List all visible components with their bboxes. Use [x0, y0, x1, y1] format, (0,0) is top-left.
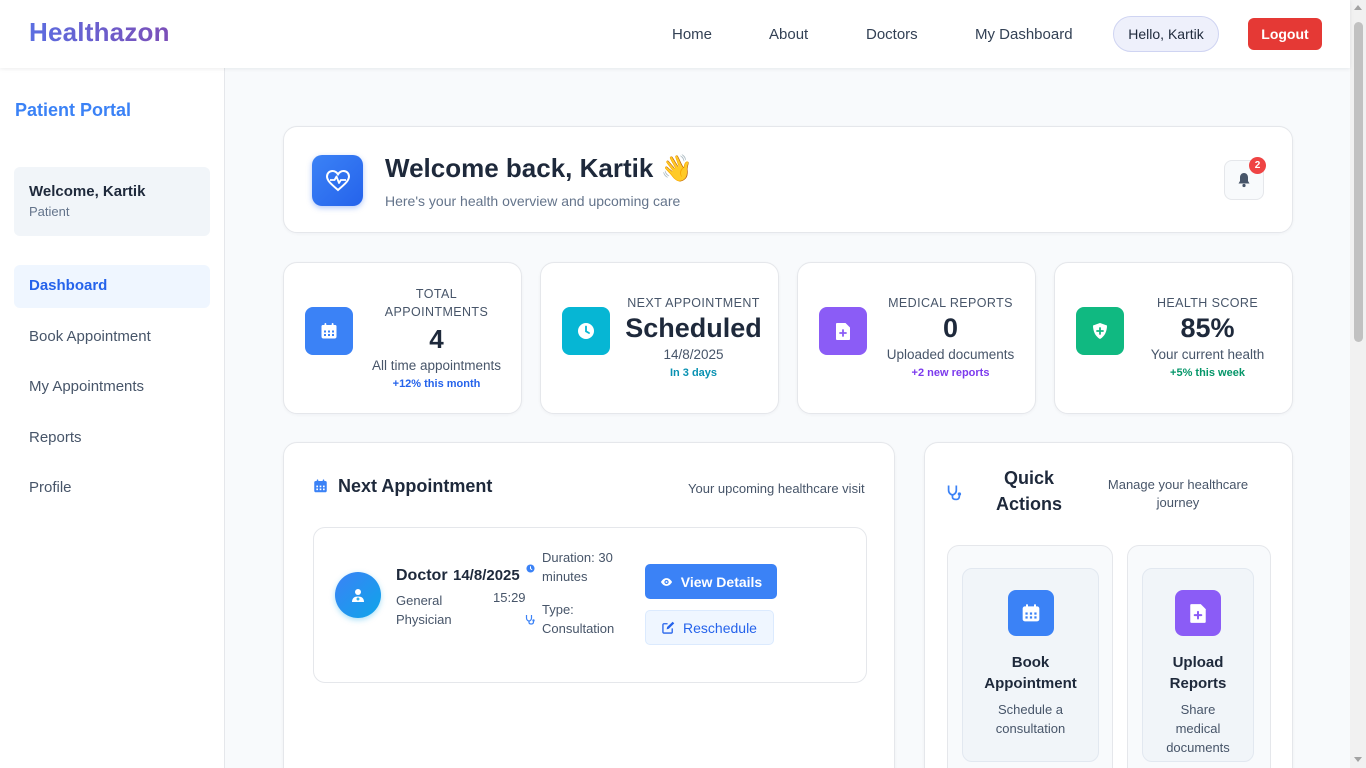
scroll-up-arrow-icon[interactable]: [1354, 5, 1362, 10]
stat-trend: +5% this week: [1170, 367, 1245, 379]
quick-action-upload-reports[interactable]: Upload Reports Share medical documents: [1127, 545, 1271, 768]
quick-actions-title: Quick Actions: [995, 468, 1062, 514]
stat-trend: +12% this month: [392, 378, 481, 390]
calendar-icon: [1007, 590, 1054, 636]
quick-action-name: Book Appointment: [984, 654, 1077, 692]
nav-link-my-dashboard[interactable]: My Dashboard: [975, 26, 1073, 43]
quick-actions-subtitle: Manage your healthcare journey: [1107, 477, 1249, 510]
welcome-name: Welcome, Kartik: [29, 183, 146, 200]
stethoscope-icon: [525, 615, 535, 625]
quick-action-book-appointment[interactable]: Book Appointment Schedule a consultation: [947, 545, 1113, 768]
quick-actions-card: Quick Actions Manage your healthcare jou…: [924, 442, 1293, 768]
top-navbar: Healthazon Home About Doctors My Dashboa…: [0, 0, 1350, 68]
stat-description: All time appointments: [371, 358, 502, 373]
appointment-date: 14/8/2025: [453, 567, 520, 584]
bell-icon: [1238, 173, 1250, 188]
calendar-icon: [314, 479, 327, 493]
next-appointment-title: Next Appointment: [338, 476, 493, 496]
stat-label: HEALTH SCORE: [1156, 296, 1259, 310]
quick-action-description: Share medical documents: [1166, 702, 1230, 755]
sidebar-item-reports[interactable]: Reports: [14, 417, 210, 460]
stat-trend: In 3 days: [669, 367, 718, 379]
brand-logo[interactable]: Healthazon: [29, 17, 170, 48]
scroll-down-arrow-icon[interactable]: [1354, 757, 1362, 762]
stat-description: Your current health: [1150, 347, 1265, 362]
nav-link-about[interactable]: About: [769, 26, 808, 43]
view-details-button[interactable]: View Details: [645, 564, 777, 599]
appointment-duration: Duration: 30 minutes: [542, 550, 613, 584]
stethoscope-icon: [947, 485, 962, 501]
reschedule-button[interactable]: Reschedule: [645, 610, 774, 645]
sidebar: Patient Portal Welcome, Kartik Patient D…: [0, 68, 225, 768]
sidebar-item-profile[interactable]: Profile: [14, 467, 210, 510]
welcome-subtitle: Here's your health overview and upcoming…: [385, 193, 681, 209]
next-appointment-subtitle: Your upcoming healthcare visit: [688, 481, 865, 496]
stat-label: NEXT APPOINTMENT: [627, 296, 760, 310]
user-role: Patient: [29, 204, 70, 219]
sidebar-item-book-appointment[interactable]: Book Appointment: [14, 316, 210, 359]
eye-icon: [660, 577, 672, 586]
stat-description: 14/8/2025: [663, 347, 724, 362]
stat-card-health-score: HEALTH SCORE 85% Your current health +5%…: [1054, 262, 1293, 414]
appointment-item: Doctor General Physician 14/8/2025 15:29…: [313, 527, 867, 683]
appointment-time: 15:29: [493, 590, 526, 605]
portal-title: Patient Portal: [15, 100, 132, 120]
doctor-avatar-icon: [335, 572, 381, 618]
nav-link-home[interactable]: Home: [672, 26, 712, 43]
clock-icon: [562, 307, 610, 355]
nav-link-doctors[interactable]: Doctors: [866, 26, 918, 43]
stat-label: TOTAL APPOINTMENTS: [384, 287, 489, 319]
quick-action-tile[interactable]: Book Appointment Schedule a consultation: [962, 568, 1099, 762]
next-appointment-card: Next Appointment Your upcoming healthcar…: [283, 442, 895, 768]
appointment-type: Type: Consultation: [542, 602, 615, 636]
reschedule-label: Reschedule: [683, 619, 757, 636]
stat-card-medical-reports: MEDICAL REPORTS 0 Uploaded documents +2 …: [797, 262, 1036, 414]
stat-value: 85%: [1180, 313, 1235, 343]
stat-card-next-appointment: NEXT APPOINTMENT Scheduled 14/8/2025 In …: [540, 262, 779, 414]
calendar-icon: [305, 307, 353, 355]
welcome-card: Welcome back, Kartik 👋 Here's your healt…: [283, 126, 1293, 233]
scrollbar-thumb[interactable]: [1354, 22, 1363, 342]
quick-action-name: Upload Reports: [1169, 654, 1227, 692]
notification-count-badge: 2: [1249, 157, 1266, 174]
stat-value: 4: [429, 324, 444, 354]
doctor-specialty: General Physician: [396, 593, 452, 627]
page-scrollbar[interactable]: [1350, 0, 1366, 768]
user-greeting[interactable]: Hello, Kartik: [1113, 16, 1219, 52]
view-details-label: View Details: [680, 573, 763, 590]
welcome-title: Welcome back, Kartik 👋: [385, 153, 693, 183]
sidebar-item-my-appointments[interactable]: My Appointments: [14, 366, 210, 409]
stat-label: MEDICAL REPORTS: [888, 296, 1013, 310]
stat-description: Uploaded documents: [886, 347, 1015, 362]
quick-action-tile[interactable]: Upload Reports Share medical documents: [1142, 568, 1254, 762]
stat-value: Scheduled: [625, 313, 762, 343]
stat-value: 0: [942, 313, 959, 343]
edit-icon: [662, 621, 675, 634]
file-plus-icon: [1175, 590, 1221, 636]
stat-card-total-appointments: TOTAL APPOINTMENTS 4 All time appointmen…: [283, 262, 522, 414]
logout-button[interactable]: Logout: [1248, 18, 1322, 50]
clock-icon: [526, 564, 535, 573]
heart-pulse-icon: [312, 155, 363, 206]
sidebar-item-dashboard[interactable]: Dashboard: [14, 265, 210, 308]
quick-action-description: Schedule a consultation: [995, 702, 1066, 736]
user-welcome-box: Welcome, Kartik Patient: [14, 167, 210, 236]
doctor-name: Doctor: [396, 567, 448, 584]
stat-trend: +2 new reports: [911, 367, 990, 379]
file-plus-icon: [819, 307, 867, 355]
shield-plus-icon: [1076, 307, 1124, 355]
